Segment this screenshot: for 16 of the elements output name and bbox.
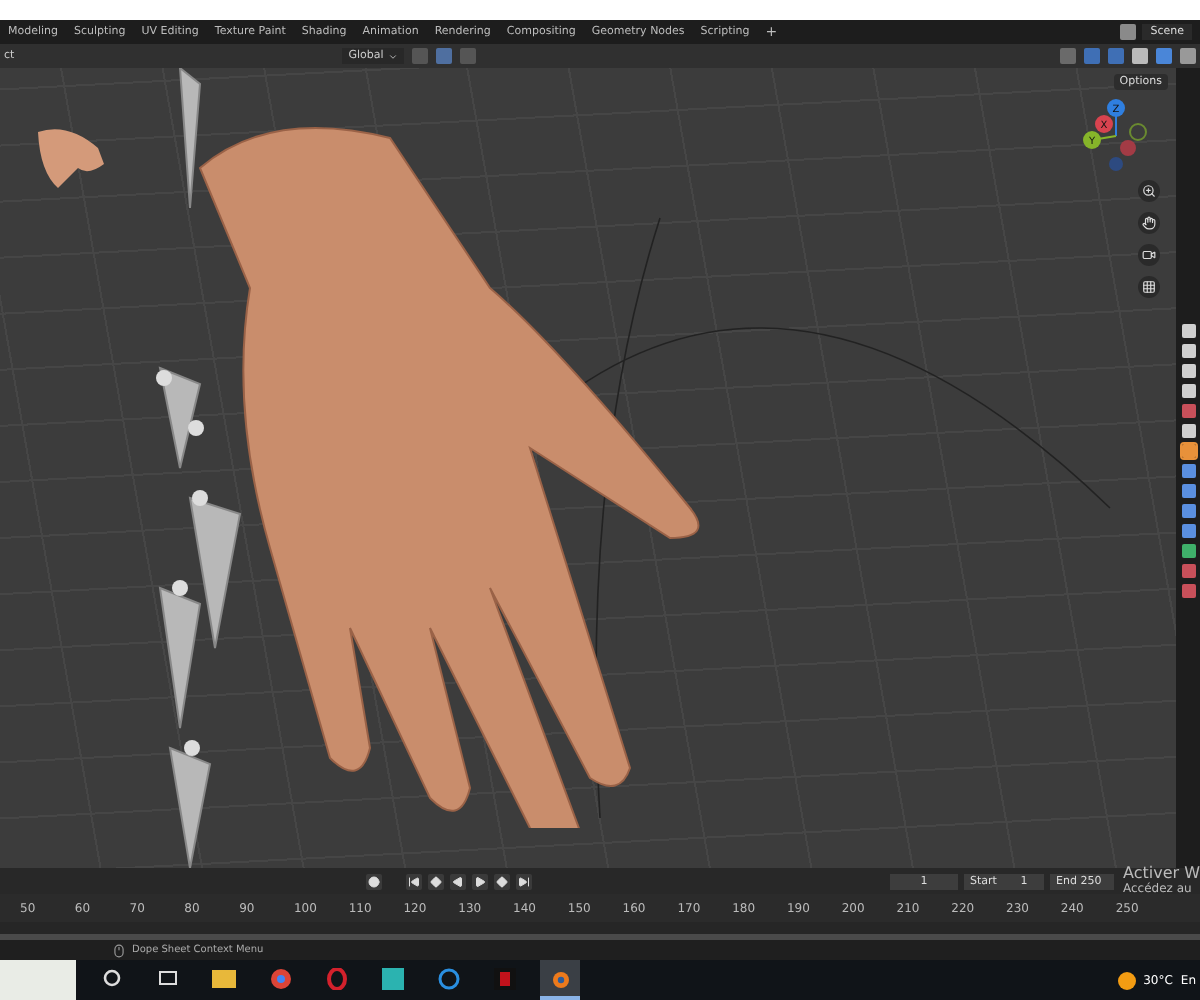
grid-icon[interactable] [1138, 276, 1160, 298]
jump-end-button[interactable] [516, 873, 532, 889]
camera-icon[interactable] [1138, 244, 1160, 266]
activation-title: Activer W [1123, 864, 1200, 882]
photo-placeholder [0, 960, 76, 1000]
mouse-icon [112, 943, 126, 957]
pan-hand-icon[interactable] [1138, 212, 1160, 234]
sun-icon [1117, 971, 1136, 989]
jump-start-button[interactable] [406, 873, 422, 889]
play-reverse-button[interactable] [450, 873, 466, 889]
zoom-icon[interactable] [1138, 180, 1160, 202]
play-button[interactable] [472, 873, 488, 889]
chevron-down-icon [387, 51, 398, 61]
next-keyframe-button[interactable] [494, 873, 510, 889]
record-button[interactable] [366, 873, 382, 889]
prev-keyframe-button[interactable] [428, 873, 444, 889]
